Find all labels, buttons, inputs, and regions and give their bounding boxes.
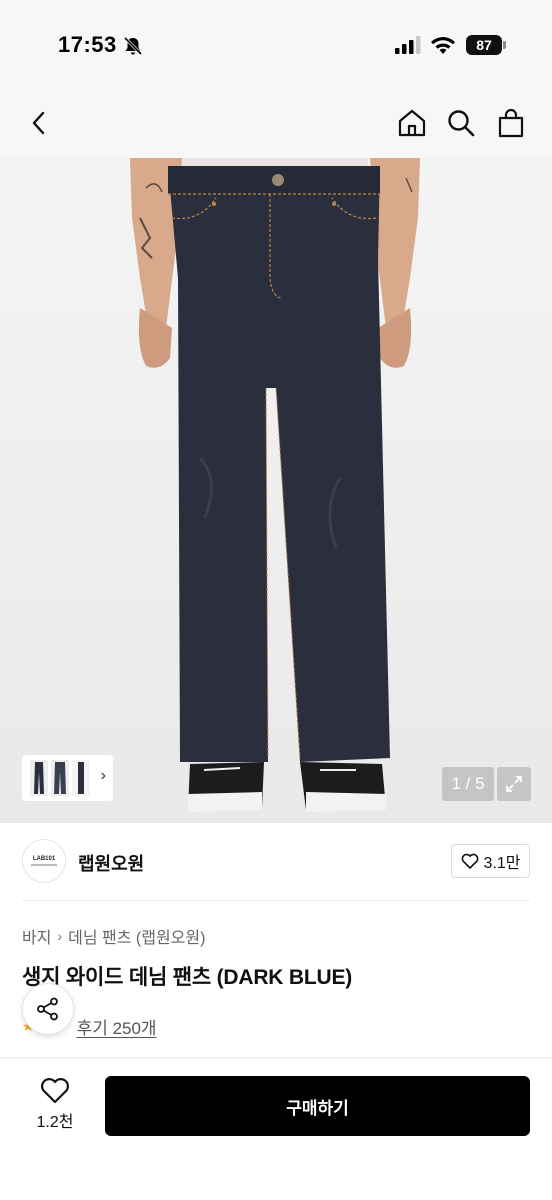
brand-name[interactable]: 랩원오원 (78, 850, 144, 876)
shopping-bag-icon (498, 108, 524, 138)
chevron-right-icon: › (100, 767, 106, 784)
search-icon (448, 110, 475, 137)
wishlist-button[interactable]: 1.2천 (22, 1077, 88, 1137)
review-link[interactable]: 후기 250개 (77, 1014, 157, 1039)
product-image-gallery[interactable]: › 1 / 5 (0, 158, 552, 823)
back-button[interactable] (22, 106, 56, 140)
breadcrumb: 바지 › 데님 팬츠 (랩원오원) (22, 924, 205, 948)
page-indicator: 1 / 5 (442, 767, 494, 801)
share-icon (37, 997, 58, 1021)
home-icon (398, 109, 426, 137)
breadcrumb-category[interactable]: 바지 (22, 924, 51, 948)
status-bar: 17:53 87 (0, 0, 552, 90)
search-button[interactable] (444, 106, 478, 140)
chevron-right-icon: › (57, 928, 63, 944)
brand-like-count: 3.1만 (483, 855, 521, 872)
brand-like-button[interactable]: 3.1만 (451, 844, 530, 878)
buy-button[interactable]: 구매하기 (105, 1076, 530, 1136)
nav-bar (0, 90, 552, 158)
bell-off-icon (123, 36, 143, 56)
breadcrumb-subcategory[interactable]: 데님 팬츠 (랩원오원) (68, 924, 205, 948)
expand-icon (506, 776, 522, 792)
expand-button[interactable] (497, 767, 531, 801)
battery-icon: 87 (466, 35, 506, 55)
heart-icon (461, 853, 478, 869)
cart-button[interactable] (494, 106, 528, 140)
brand-logo[interactable]: LAB101 (22, 839, 66, 883)
battery-tip (503, 41, 506, 49)
status-time: 17:53 (58, 32, 117, 57)
signal-icon (395, 36, 421, 54)
brand-logo-text: LAB101 (32, 856, 56, 862)
brand-row: LAB101 랩원오원 3.1만 (0, 823, 552, 901)
thumbnail-strip[interactable]: › (22, 755, 113, 801)
product-photo-jeans (130, 158, 420, 812)
back-chevron-icon (32, 111, 45, 135)
battery-level: 87 (466, 35, 502, 55)
bottom-action-bar: 1.2천 구매하기 (0, 1059, 552, 1200)
heart-icon (41, 1078, 69, 1104)
product-title: 생지 와이드 데님 팬츠 (DARK BLUE) (22, 966, 353, 989)
brand-logo-tagline (31, 864, 57, 866)
home-button[interactable] (395, 106, 429, 140)
share-button[interactable] (22, 983, 74, 1035)
wishlist-count: 1.2천 (36, 1114, 74, 1131)
divider (22, 900, 530, 901)
thumbnail-images (30, 760, 90, 796)
wifi-icon (431, 37, 455, 54)
